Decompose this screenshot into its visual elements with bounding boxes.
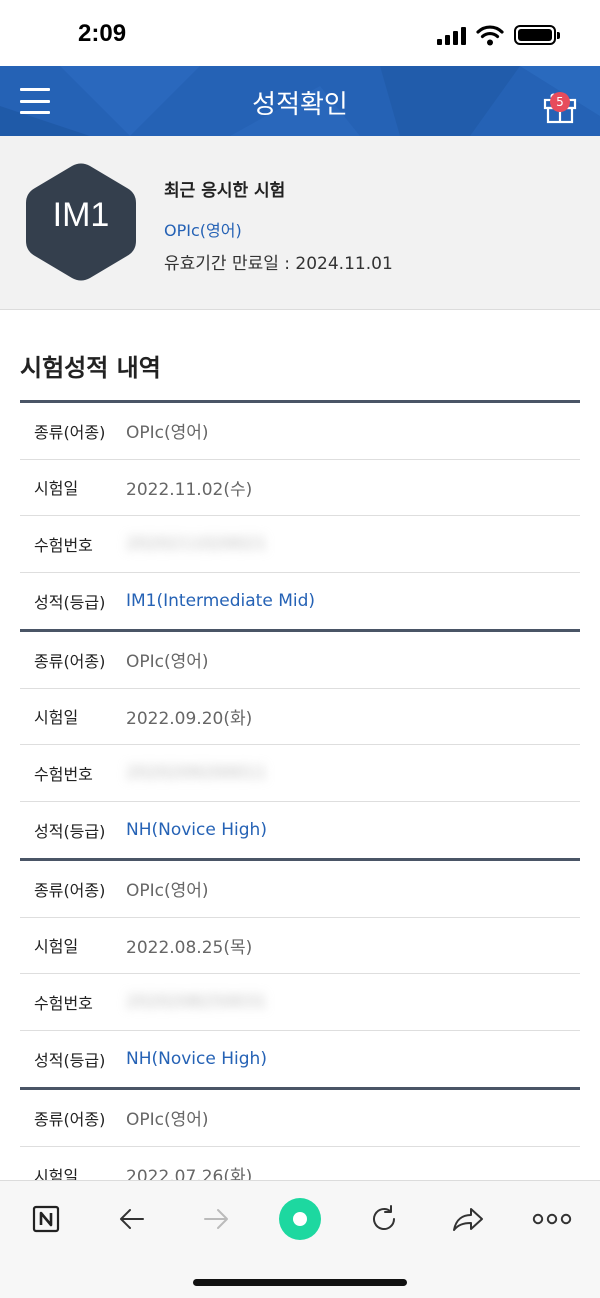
expiry-date: 유효기간 만료일 : 2024.11.01: [164, 254, 393, 274]
grade-label: 성적(등급): [34, 821, 106, 841]
refresh-button[interactable]: [362, 1197, 406, 1241]
cellular-signal-icon: [437, 25, 466, 45]
grade-badge: IM1: [52, 196, 110, 234]
forward-arrow-icon: [204, 1209, 228, 1229]
table-row: 수험번호 2020209200011: [20, 745, 580, 802]
date-value: 2022.11.02(수): [126, 479, 253, 500]
exam-record: 종류(어종) OPIc(영어) 시험일 2022.08.25(목) 수험번호 2…: [20, 858, 580, 1087]
grade-label: 성적(등급): [34, 1050, 106, 1070]
grade-label: 성적(등급): [34, 592, 106, 612]
type-value: OPIc(영어): [126, 881, 209, 902]
type-value: OPIc(영어): [126, 1110, 209, 1131]
table-row: 종류(어종) OPIc(영어): [20, 1090, 580, 1147]
naver-icon: [32, 1205, 60, 1233]
date-label: 시험일: [34, 937, 79, 957]
more-button[interactable]: [530, 1197, 574, 1241]
naver-button[interactable]: [24, 1197, 68, 1241]
exam-number-value: 2020208250031: [126, 991, 267, 1012]
date-value: 2022.09.20(화): [126, 708, 253, 729]
recent-exam-title: 최근 응시한 시험: [164, 181, 286, 201]
grade-value[interactable]: NH(Novice High): [126, 1049, 267, 1069]
battery-icon: [514, 25, 560, 45]
summary-info: 최근 응시한 시험 OPIc(영어) 유효기간 만료일 : 2024.11.01: [164, 176, 393, 274]
type-label: 종류(어종): [34, 422, 106, 442]
table-row: 시험일 2022.11.02(수): [20, 460, 580, 516]
page-title: 성적확인: [252, 90, 348, 120]
recent-exam-summary: IM1 최근 응시한 시험 OPIc(영어) 유효기간 만료일 : 2024.1…: [0, 136, 600, 310]
date-value: 2022.08.25(목): [126, 937, 253, 958]
type-value: OPIc(영어): [126, 423, 209, 444]
exam-record: 종류(어종) OPIc(영어) 시험일 2022.09.20(화) 수험번호 2…: [20, 629, 580, 858]
date-label: 시험일: [34, 708, 79, 728]
table-row: 성적(등급) IM1(Intermediate Mid): [20, 573, 580, 630]
back-button[interactable]: [110, 1197, 154, 1241]
number-label: 수험번호: [34, 764, 93, 784]
status-time: 2:09: [78, 20, 127, 47]
grade-value[interactable]: IM1(Intermediate Mid): [126, 591, 315, 611]
green-dot-button[interactable]: [278, 1197, 322, 1241]
green-dot-icon: [279, 1198, 321, 1240]
exam-record: 종류(어종) OPIc(영어) 시험일 2022.11.02(수) 수험번호 2…: [20, 400, 580, 629]
type-label: 종류(어종): [34, 880, 106, 900]
number-label: 수험번호: [34, 535, 93, 555]
status-bar: 2:09: [0, 0, 600, 66]
history-title: 시험성적 내역: [20, 354, 161, 382]
table-row: 종류(어종) OPIc(영어): [20, 403, 580, 460]
share-icon: [453, 1208, 483, 1231]
exam-number-value: 2020209200011: [126, 762, 267, 783]
table-row: 수험번호 2020211020021: [20, 516, 580, 573]
date-label: 시험일: [34, 479, 79, 499]
table-row: 종류(어종) OPIc(영어): [20, 861, 580, 918]
table-row: 수험번호 2020208250031: [20, 974, 580, 1031]
app-header: 성적확인 5: [0, 66, 600, 136]
wifi-icon: [476, 25, 504, 46]
back-arrow-icon: [120, 1209, 144, 1229]
grade-value[interactable]: NH(Novice High): [126, 820, 267, 840]
recent-exam-type[interactable]: OPIc(영어): [164, 217, 393, 241]
number-label: 수험번호: [34, 993, 93, 1013]
notification-badge: 5: [550, 92, 570, 112]
more-icon: [532, 1213, 572, 1225]
home-indicator[interactable]: [193, 1279, 407, 1286]
type-value: OPIc(영어): [126, 652, 209, 673]
exam-number-value: 2020211020021: [126, 533, 267, 554]
table-row: 성적(등급) NH(Novice High): [20, 1031, 580, 1088]
share-button[interactable]: [446, 1197, 490, 1241]
table-row: 시험일 2022.09.20(화): [20, 689, 580, 745]
table-row: 성적(등급) NH(Novice High): [20, 802, 580, 859]
type-label: 종류(어종): [34, 651, 106, 671]
type-label: 종류(어종): [34, 1109, 106, 1129]
browser-toolbar: [0, 1180, 600, 1298]
table-row: 시험일 2022.08.25(목): [20, 918, 580, 974]
record-list: 종류(어종) OPIc(영어) 시험일 2022.11.02(수) 수험번호 2…: [20, 400, 580, 1203]
status-icons: [437, 24, 560, 46]
refresh-icon: [373, 1205, 395, 1230]
table-row: 종류(어종) OPIc(영어): [20, 632, 580, 689]
forward-button[interactable]: [194, 1197, 238, 1241]
gift-button[interactable]: 5: [540, 80, 580, 124]
